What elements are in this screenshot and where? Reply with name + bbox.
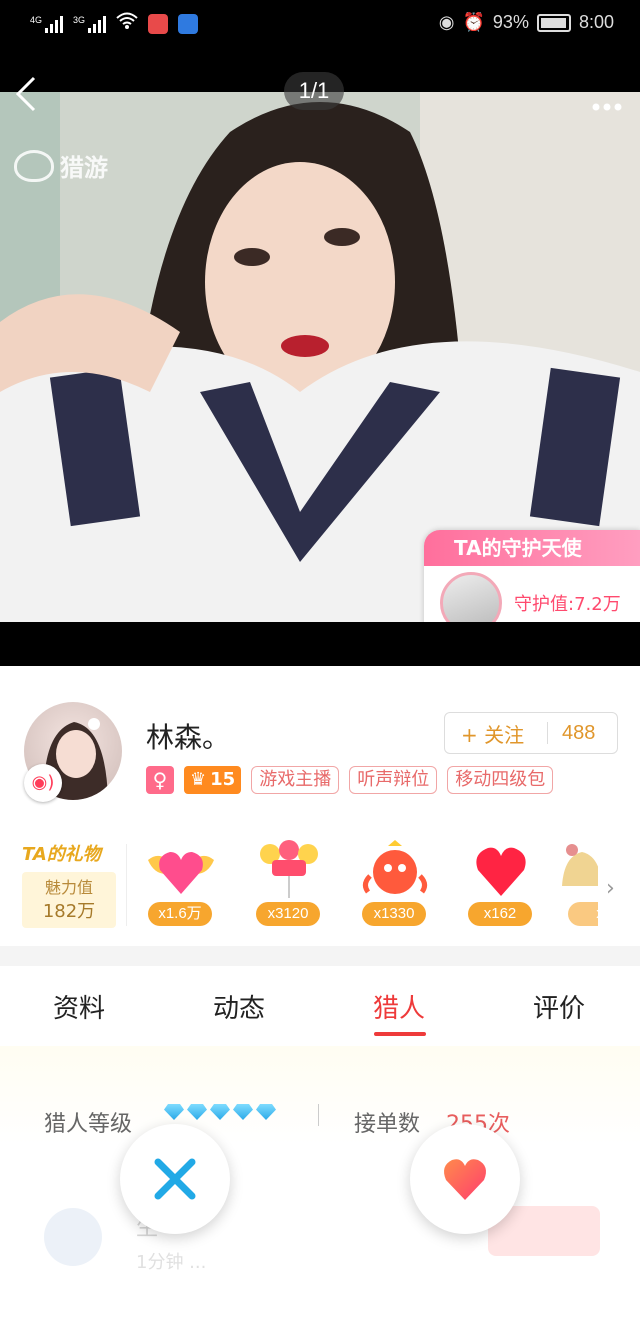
tab-reviews[interactable]: 评价 <box>504 988 614 1025</box>
gift-more-chevron-icon[interactable]: › <box>606 876 615 901</box>
stat-divider <box>318 1104 319 1126</box>
charm-value: 182万 <box>42 901 96 922</box>
gift-item[interactable]: x3120 <box>246 836 332 928</box>
guardian-angel-card[interactable]: TA的守护天使 守护值:7.2万 <box>424 530 640 622</box>
network-type-2: 3G <box>73 14 86 25</box>
voice-intro-button[interactable]: ◉) <box>24 764 62 802</box>
alarm-icon: ⏰ <box>462 12 485 32</box>
tag-sound-position: 听声辩位 <box>349 766 438 794</box>
tag-streamer: 游戏主播 <box>251 766 340 794</box>
close-icon <box>154 1158 196 1200</box>
diamond-icon <box>256 1104 276 1120</box>
battery-icon <box>536 13 571 32</box>
clock: 8:00 <box>578 12 614 32</box>
level-badge: ♛ 15 <box>184 766 242 794</box>
gift-item[interactable]: x162 <box>458 836 544 928</box>
more-options-button[interactable] <box>592 84 622 119</box>
status-right: ◉ ⏰ 93% 8:00 <box>439 12 614 33</box>
gift-count: x3120 <box>256 902 320 926</box>
dragon-mascot-icon <box>360 840 430 900</box>
app-logo-icon <box>14 149 54 182</box>
follow-label: + 关注 <box>461 722 525 747</box>
wifi-icon <box>116 12 138 35</box>
gift-wall[interactable]: TA的礼物 魅力值 182万 x1.6万 x3120 x1330 x162 › <box>0 836 640 928</box>
gift-count: x <box>568 902 598 926</box>
nickname: 林森。 <box>146 721 231 754</box>
faded-avatar <box>44 1208 102 1266</box>
love-balloons-icon <box>254 840 324 900</box>
bell-icon <box>552 840 598 900</box>
photo-viewer: 猎游 TA的守护天使 守护值:7.2万 1/1 <box>0 48 640 666</box>
signal-4g-icon: 4G <box>30 14 64 33</box>
female-gender-icon: ♀ <box>146 766 174 794</box>
gift-count: x1330 <box>362 902 426 926</box>
profile-section: ◉) 林森。 + 关注 488 ♀ ♛ 15 游戏主播 听声辩位 移动四级包 T… <box>0 666 640 946</box>
back-arrow-icon <box>15 76 36 112</box>
profile-tabs: 资料 动态 猎人 评价 <box>0 966 640 1047</box>
like-button[interactable] <box>410 1124 520 1234</box>
gift-item[interactable]: x1.6万 <box>138 836 224 928</box>
heart-icon <box>466 840 536 900</box>
tag-mobile-rank: 移动四级包 <box>447 766 554 794</box>
back-button[interactable] <box>14 74 44 114</box>
guardian-value: 守护值:7.2万 <box>514 594 621 615</box>
guardian-title: TA的守护天使 <box>424 530 640 566</box>
app-notification-icon <box>148 13 169 34</box>
hunter-detail: 猎人等级 接单数 255次 生 1分钟 ... <box>0 1046 640 1327</box>
shield-app-icon <box>178 13 199 34</box>
charm-panel: TA的礼物 魅力值 182万 <box>22 840 116 928</box>
gift-divider <box>126 844 127 926</box>
follow-divider <box>547 722 548 744</box>
profile-photo[interactable]: 猎游 TA的守护天使 守护值:7.2万 <box>0 92 640 622</box>
follow-button[interactable]: + 关注 488 <box>444 712 618 754</box>
tab-hunter[interactable]: 猎人 <box>344 988 454 1025</box>
battery-percent: 93% <box>492 12 529 32</box>
diamond-icon <box>164 1104 184 1120</box>
tab-profile-info[interactable]: 资料 <box>24 988 134 1025</box>
crown-icon: ♛ <box>190 769 207 790</box>
gift-item[interactable]: x <box>548 836 598 928</box>
gift-item[interactable]: x1330 <box>352 836 438 928</box>
diamond-icon <box>187 1104 207 1120</box>
dismiss-button[interactable] <box>120 1124 230 1234</box>
guardian-avatar[interactable] <box>440 572 502 622</box>
photo-counter: 1/1 <box>284 72 344 110</box>
follower-count: 488 <box>562 721 596 744</box>
active-tab-indicator <box>374 1032 426 1036</box>
heart-icon <box>444 1159 486 1200</box>
gift-count: x1.6万 <box>148 902 212 926</box>
hunter-level-label: 猎人等级 <box>44 1112 133 1137</box>
orders-label: 接单数 <box>354 1112 421 1137</box>
diamond-icon <box>233 1104 253 1120</box>
tab-moments[interactable]: 动态 <box>184 988 294 1025</box>
charm-label: 魅力值 <box>44 878 93 897</box>
status-left: 4G 3G <box>30 12 199 35</box>
watermark-text: 猎游 <box>60 154 108 182</box>
network-type-1: 4G <box>30 14 43 25</box>
winged-heart-icon <box>146 840 216 900</box>
sound-wave-icon: ◉) <box>31 772 55 793</box>
diamond-icon <box>210 1104 230 1120</box>
status-bar: 4G 3G ◉ ⏰ 93% 8:00 <box>0 0 640 48</box>
watermark: 猎游 <box>14 148 108 183</box>
signal-3g-icon: 3G <box>73 14 107 33</box>
hunter-level-gems <box>164 1104 276 1120</box>
gifts-title: TA的礼物 <box>22 844 101 865</box>
faded-subtext: 1分钟 ... <box>136 1252 207 1273</box>
more-dots-icon <box>592 103 622 111</box>
section-divider <box>0 946 640 966</box>
gift-count: x162 <box>468 902 532 926</box>
profile-tags: ♀ ♛ 15 游戏主播 听声辩位 移动四级包 <box>146 766 554 794</box>
level-value: 15 <box>210 769 236 790</box>
eye-icon: ◉ <box>438 12 455 32</box>
